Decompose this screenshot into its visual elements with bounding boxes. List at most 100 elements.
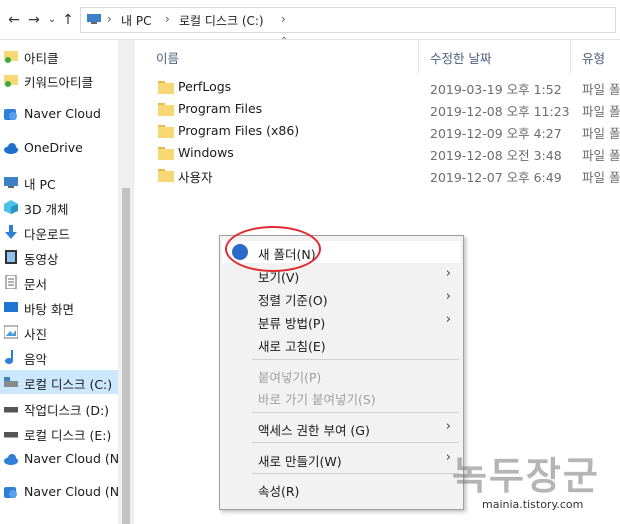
sidebar-item-onedrive[interactable]: OneDrive bbox=[0, 136, 118, 160]
annotation-circle bbox=[225, 226, 321, 272]
drive-icon bbox=[4, 407, 18, 413]
sidebar-item-label: 내 PC bbox=[24, 177, 56, 192]
sidebar-item-label: OneDrive bbox=[24, 140, 83, 155]
drive-icon bbox=[4, 432, 18, 438]
cloud-icon bbox=[4, 487, 17, 498]
cloud-icon bbox=[4, 109, 17, 120]
sidebar-item-label: 바탕 화면 bbox=[24, 302, 74, 317]
desktop-icon bbox=[4, 302, 18, 312]
sidebar-item-work-disk-d[interactable]: 작업디스크 (D:) bbox=[0, 396, 118, 420]
cloud-icon bbox=[4, 454, 18, 465]
sidebar-item-naver-cloud[interactable]: Naver Cloud bbox=[0, 102, 118, 126]
file-type: 파일 폴 bbox=[582, 104, 620, 119]
submenu-arrow-icon: › bbox=[445, 419, 451, 434]
file-row[interactable]: Windows 2019-12-08 오전 3:48 파일 폴 bbox=[134, 142, 620, 164]
sidebar-item-videos[interactable]: 동영상 bbox=[0, 245, 118, 269]
file-type: 파일 폴 bbox=[582, 148, 620, 163]
sidebar-item-this-pc[interactable]: 내 PC bbox=[0, 170, 118, 194]
context-menu: 새 폴더(N) 보기(V) › 정렬 기준(O) › 분류 방법(P) › 새로… bbox=[219, 235, 464, 510]
file-name: Program Files (x86) bbox=[178, 123, 300, 138]
menu-item-label: 붙여넣기(P) bbox=[258, 370, 322, 385]
sidebar-scrollbar[interactable] bbox=[118, 40, 133, 524]
folder-check-icon bbox=[4, 75, 18, 87]
menu-separator bbox=[252, 473, 459, 474]
file-date: 2019-12-08 오전 3:48 bbox=[430, 148, 562, 163]
submenu-arrow-icon: › bbox=[445, 266, 451, 281]
menu-item-paste: 붙여넣기(P) bbox=[222, 364, 461, 386]
file-type: 파일 폴 bbox=[582, 82, 620, 97]
watermark-title: 녹두장군 bbox=[452, 454, 600, 498]
sidebar-item-label: Naver Cloud (N:) bbox=[24, 451, 129, 466]
menu-item-give-access[interactable]: 액세스 권한 부여 (G) › bbox=[222, 417, 461, 439]
pc-icon bbox=[4, 177, 18, 188]
sidebar-item-naver-cloud-n-2[interactable]: Naver Cloud (N:) bbox=[0, 480, 128, 504]
submenu-arrow-icon: › bbox=[445, 312, 451, 327]
menu-separator bbox=[252, 359, 459, 360]
picture-icon bbox=[4, 325, 18, 339]
music-icon bbox=[5, 350, 13, 364]
sidebar-item-pictures[interactable]: 사진 bbox=[0, 320, 118, 344]
sort-ascending-icon: ⌃ bbox=[280, 36, 289, 47]
pc-icon bbox=[87, 14, 101, 24]
sidebar-item-label: 음악 bbox=[24, 352, 48, 367]
menu-separator bbox=[252, 412, 459, 413]
crumb-this-pc[interactable]: 내 PC bbox=[121, 12, 151, 29]
file-date: 2019-03-19 오후 1:52 bbox=[430, 82, 562, 97]
column-header-date[interactable]: 수정한 날짜 bbox=[430, 48, 491, 67]
column-divider[interactable] bbox=[418, 40, 419, 74]
crumb-local-disk[interactable]: 로컬 디스크 (C:) bbox=[179, 12, 264, 29]
menu-item-label: 바로 가기 붙여넣기(S) bbox=[258, 392, 376, 407]
sidebar-item-label: 3D 개체 bbox=[24, 202, 69, 217]
menu-item-refresh[interactable]: 새로 고침(E) bbox=[222, 333, 461, 355]
sidebar-item-downloads[interactable]: 다운로드 bbox=[0, 220, 118, 244]
sidebar-item-label: 동영상 bbox=[24, 252, 59, 267]
column-header-name[interactable]: 이름 bbox=[156, 48, 179, 67]
sidebar-item-3d-objects[interactable]: 3D 개체 bbox=[0, 195, 118, 219]
sidebar-item-article[interactable]: 아티클 bbox=[0, 44, 118, 68]
video-icon bbox=[5, 250, 17, 264]
drive-icon bbox=[4, 377, 18, 387]
menu-item-label: 새로 고침(E) bbox=[258, 339, 326, 354]
sidebar-item-label: 아티클 bbox=[24, 51, 59, 66]
file-type: 파일 폴 bbox=[582, 126, 620, 141]
sidebar-item-label: 문서 bbox=[24, 277, 48, 292]
folder-icon bbox=[158, 147, 174, 160]
sidebar-item-documents[interactable]: 문서 bbox=[0, 270, 118, 294]
folder-icon bbox=[158, 81, 174, 94]
file-row[interactable]: PerfLogs 2019-03-19 오후 1:52 파일 폴 bbox=[134, 76, 620, 98]
menu-item-label: 새로 만들기(W) bbox=[258, 454, 342, 469]
sidebar-item-desktop[interactable]: 바탕 화면 bbox=[0, 295, 118, 319]
sidebar-scroll-thumb[interactable] bbox=[122, 188, 130, 524]
crumb-separator: › bbox=[281, 12, 286, 26]
back-arrow-icon[interactable]: ← bbox=[6, 11, 22, 29]
folder-icon bbox=[158, 103, 174, 116]
sidebar-item-naver-cloud-n[interactable]: Naver Cloud (N:) bbox=[0, 447, 128, 471]
recent-dropdown-icon[interactable]: ⌄ bbox=[44, 11, 60, 29]
sidebar-item-label: 사진 bbox=[24, 327, 48, 342]
up-arrow-icon[interactable]: ↑ bbox=[60, 11, 76, 29]
submenu-arrow-icon: › bbox=[445, 450, 451, 465]
sidebar-item-music[interactable]: 음악 bbox=[0, 345, 118, 369]
address-field[interactable]: › 내 PC › 로컬 디스크 (C:) › bbox=[80, 7, 616, 33]
menu-item-group[interactable]: 분류 방법(P) › bbox=[222, 310, 461, 332]
menu-item-new[interactable]: 새로 만들기(W) › bbox=[222, 448, 461, 470]
forward-arrow-icon[interactable]: → bbox=[26, 11, 42, 29]
column-divider[interactable] bbox=[570, 40, 571, 74]
crumb-separator: › bbox=[165, 12, 170, 26]
menu-item-properties[interactable]: 속성(R) bbox=[222, 478, 461, 500]
file-name: Windows bbox=[178, 145, 234, 160]
menu-item-sort[interactable]: 정렬 기준(O) › bbox=[222, 287, 461, 309]
cube-icon bbox=[4, 200, 18, 214]
file-row[interactable]: Program Files 2019-12-08 오후 11:23 파일 폴 bbox=[134, 98, 620, 120]
sidebar-item-keyword-article[interactable]: 키워드아티클 bbox=[0, 68, 118, 92]
file-name: 사용자 bbox=[178, 170, 213, 185]
submenu-arrow-icon: › bbox=[445, 289, 451, 304]
sidebar-item-local-disk-c[interactable]: 로컬 디스크 (C:) bbox=[0, 370, 118, 394]
menu-item-label: 분류 방법(P) bbox=[258, 316, 326, 331]
sidebar-item-label: Naver Cloud (N:) bbox=[24, 484, 129, 499]
sidebar-item-local-disk-e[interactable]: 로컬 디스크 (E:) bbox=[0, 421, 118, 445]
onedrive-icon bbox=[4, 143, 18, 154]
file-row[interactable]: 사용자 2019-12-07 오후 6:49 파일 폴 bbox=[134, 164, 620, 186]
column-header-type[interactable]: 유형 bbox=[582, 48, 605, 67]
file-row[interactable]: Program Files (x86) 2019-12-09 오후 4:27 파… bbox=[134, 120, 620, 142]
